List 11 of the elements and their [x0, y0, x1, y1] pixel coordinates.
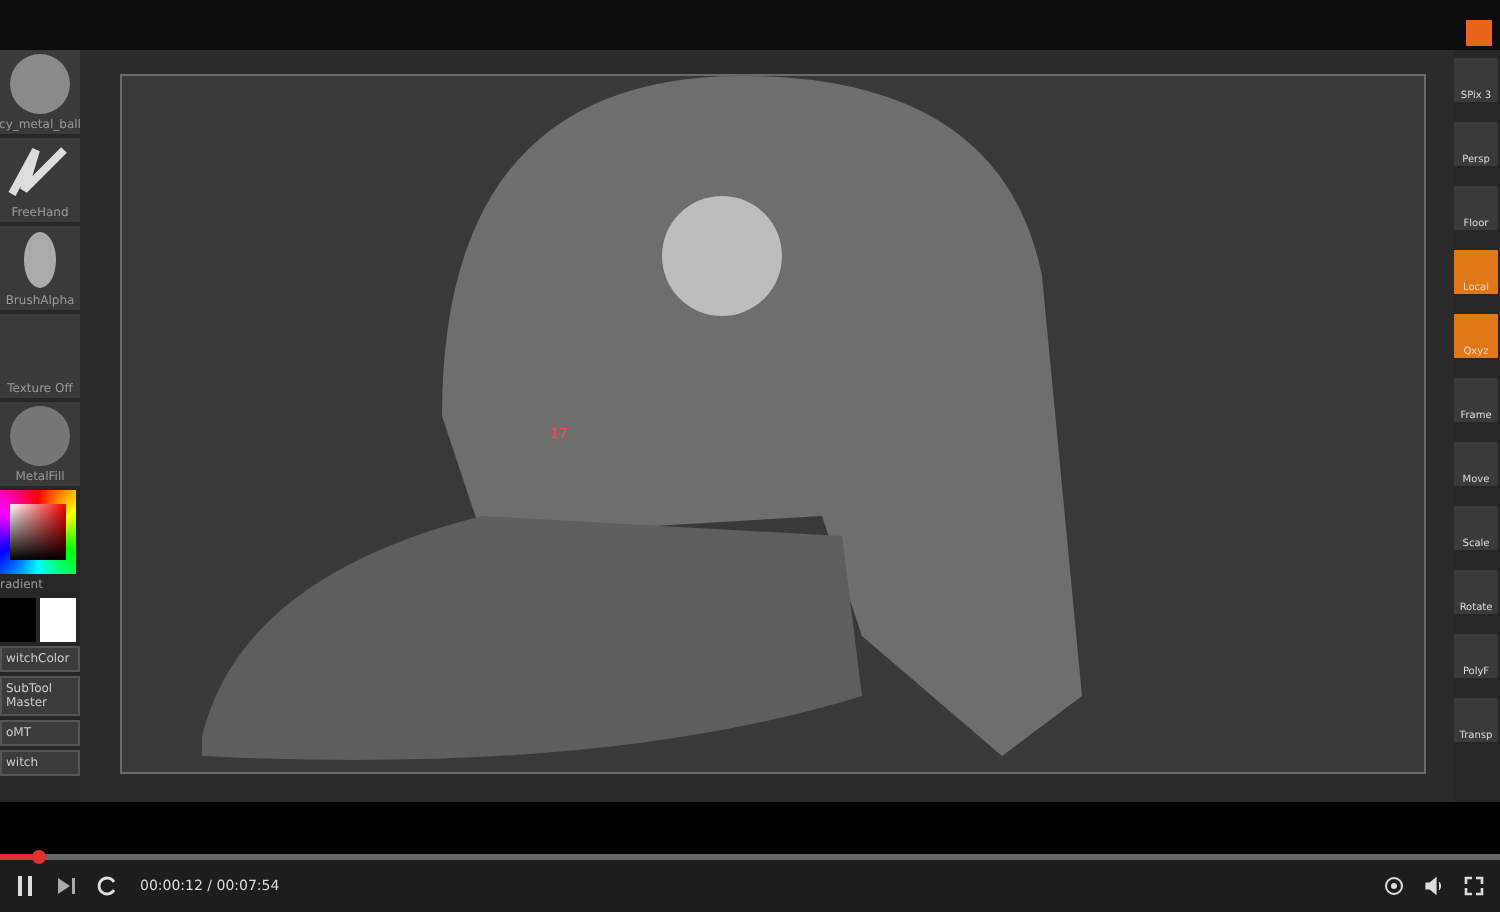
- app-logo-icon: [1466, 19, 1492, 46]
- progress-track[interactable]: [0, 854, 1500, 861]
- color-swatch[interactable]: [0, 597, 36, 642]
- volume-icon[interactable]: [1424, 876, 1444, 897]
- color-swatch[interactable]: [40, 597, 76, 642]
- color-picker[interactable]: [0, 489, 76, 574]
- skip-next-icon[interactable]: [56, 876, 76, 897]
- loop-icon[interactable]: [96, 876, 120, 897]
- pause-icon[interactable]: [16, 876, 36, 897]
- fullscreen-icon[interactable]: [1464, 876, 1484, 897]
- settings-icon[interactable]: [1384, 876, 1404, 897]
